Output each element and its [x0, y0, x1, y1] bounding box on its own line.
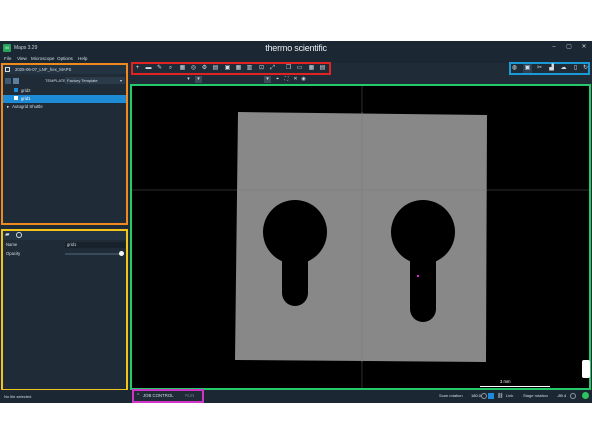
layer-icon[interactable]: [5, 78, 11, 84]
chevron-down-icon[interactable]: ▾: [120, 77, 122, 84]
menu-microscope[interactable]: Microscope: [31, 55, 55, 63]
close-icon[interactable]: ✕: [578, 43, 590, 52]
tree-item-autogrid-shuttle[interactable]: ▸ Autogrid Shuttle: [3, 103, 126, 111]
add-icon[interactable]: +: [133, 64, 142, 73]
document-title: 2025-06-07_LNF_hex_MAPS: [15, 67, 72, 72]
run-button[interactable]: RUN: [185, 392, 194, 400]
link-toggle-icon[interactable]: [488, 393, 494, 399]
chevron-right-icon[interactable]: ▸: [7, 103, 9, 111]
image-viewport[interactable]: [130, 84, 591, 390]
close-icon[interactable]: ✕: [292, 76, 299, 83]
scale-bar-label: 3 mm: [500, 379, 511, 384]
scale-bar: [480, 386, 550, 387]
link-icon: ⛓: [497, 393, 504, 399]
target-icon[interactable]: ◉: [300, 76, 307, 83]
tree-item-grid1[interactable]: grid1: [3, 95, 126, 103]
minimize-icon[interactable]: –: [548, 43, 560, 52]
side-panel-toggle-icon[interactable]: [582, 360, 590, 378]
chevron-down-icon[interactable]: ▾: [185, 76, 192, 83]
tree-item-label: grid2: [21, 88, 31, 93]
template-select[interactable]: Factory Template: [65, 77, 125, 84]
app-title: Maps 3.29: [14, 45, 38, 51]
template-label: TEMPLATE: [45, 78, 66, 83]
align-icon[interactable]: ▥: [245, 64, 254, 73]
tile-view-icon[interactable]: [13, 78, 19, 84]
more-icon[interactable]: ▤: [318, 64, 327, 73]
paste-icon[interactable]: ▭: [295, 64, 304, 73]
grid-image: [132, 86, 589, 388]
expand-icon[interactable]: ⤢: [268, 64, 277, 73]
fit-icon[interactable]: ⊡: [257, 64, 266, 73]
connection-status-icon: [582, 392, 589, 399]
settings-icon[interactable]: ⚙: [200, 64, 209, 73]
panel-toggle-icon[interactable]: [5, 67, 10, 72]
brand-logo: thermo scientific: [265, 43, 327, 53]
cloud-icon[interactable]: ☁: [559, 64, 568, 73]
target-icon[interactable]: ◎: [189, 64, 198, 73]
settings-icon[interactable]: [16, 232, 22, 238]
camera-icon[interactable]: ▣: [523, 64, 532, 73]
stage-rotation-label: Stage rotation: [523, 393, 548, 398]
chevron-up-icon[interactable]: ⌃: [136, 392, 140, 400]
crosshair-icon[interactable]: ⌖: [274, 76, 281, 83]
menu-options[interactable]: Options: [57, 55, 73, 63]
name-label: Name: [6, 242, 18, 247]
draw-icon[interactable]: ✎: [155, 64, 164, 73]
scan-rotation-value[interactable]: 180.0: [471, 392, 481, 400]
image-icon[interactable]: ▣: [223, 64, 232, 73]
link-label: Link: [506, 393, 514, 398]
rotation-dial-icon[interactable]: [570, 393, 576, 399]
grid-node-icon: [14, 96, 18, 100]
scan-rotation-label: Scan rotation: [439, 393, 463, 398]
tile-icon[interactable]: ▦: [234, 64, 243, 73]
tools-icon[interactable]: ✂: [535, 64, 544, 73]
tree-item-label: Autogrid Shuttle: [12, 104, 43, 109]
dropdown-icon[interactable]: ▾: [264, 76, 271, 83]
grid-node-icon: [14, 88, 18, 92]
grid-icon[interactable]: ▦: [178, 64, 187, 73]
app-logo-icon: M: [3, 44, 11, 52]
name-input[interactable]: grid1: [65, 242, 125, 248]
chart-icon[interactable]: ▟: [547, 64, 556, 73]
view-icon[interactable]: ▦: [307, 64, 316, 73]
menu-help[interactable]: Help: [78, 55, 87, 63]
opacity-slider-thumb[interactable]: [118, 251, 124, 256]
copy-icon[interactable]: ❐: [284, 64, 293, 73]
tree-item-grid2[interactable]: grid2: [3, 87, 126, 95]
status-bar: [0, 390, 592, 403]
job-control-label: JOB CONTROL: [143, 393, 174, 398]
tree-item-label: grid1: [21, 96, 31, 101]
folder-icon[interactable]: ▰: [5, 232, 11, 238]
stage-rotation-value[interactable]: -89.4: [557, 392, 566, 400]
menu-view[interactable]: View: [17, 55, 27, 63]
zoom-icon[interactable]: ⌕: [166, 64, 175, 73]
layers-icon[interactable]: ▤: [211, 64, 220, 73]
selection-status: No tile selected: [4, 394, 32, 399]
opacity-slider[interactable]: [65, 253, 121, 255]
globe-icon[interactable]: ◍: [510, 64, 519, 73]
rotation-dial-icon[interactable]: [481, 393, 487, 399]
fullscreen-icon[interactable]: ⛶: [283, 76, 290, 83]
menu-file[interactable]: File: [4, 55, 11, 63]
document-icon[interactable]: ▯: [571, 64, 580, 73]
minus-icon[interactable]: ▬: [144, 64, 153, 73]
refresh-icon[interactable]: ↻: [581, 64, 590, 73]
maximize-icon[interactable]: ▢: [563, 43, 575, 52]
opacity-label: Opacity: [6, 251, 21, 256]
dropdown-icon[interactable]: ▾: [195, 76, 202, 83]
